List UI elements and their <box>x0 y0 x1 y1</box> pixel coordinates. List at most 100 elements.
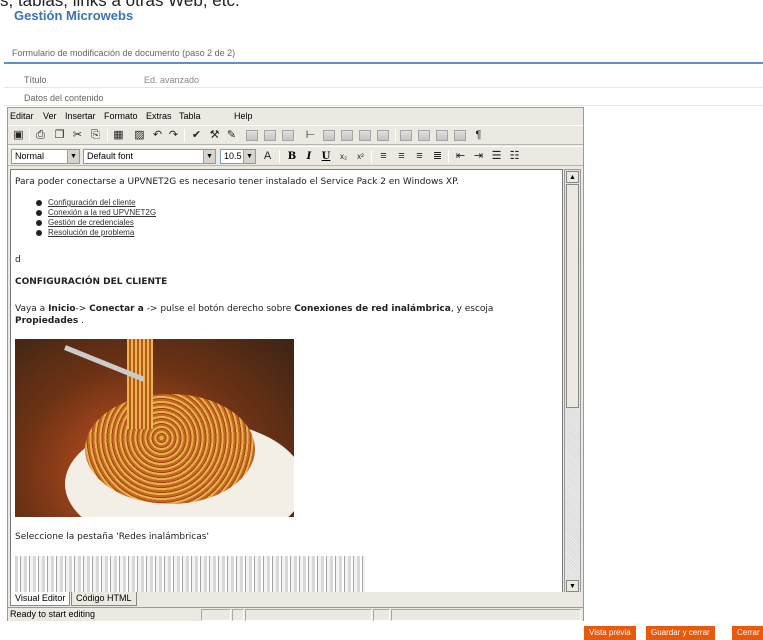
font-size-select[interactable]: 10.5 ▼ <box>220 149 256 164</box>
justify-icon[interactable]: ≣ <box>430 149 445 164</box>
single-char-line: d <box>15 255 21 265</box>
clean-icon[interactable]: ✎ <box>224 128 239 143</box>
status-text: Ready to start editing <box>10 609 96 619</box>
copy-icon[interactable]: ❐ <box>52 128 67 143</box>
subscript-icon[interactable]: x₂ <box>336 149 351 164</box>
save-icon[interactable]: ▣ <box>11 128 26 143</box>
table-grid-icon[interactable] <box>418 130 430 141</box>
list-item: Conexión a la red UPVNET2G <box>36 208 156 218</box>
pasta-shape <box>85 394 255 504</box>
menu-path-conectar: Conectar a <box>89 304 144 314</box>
toolbar-separator <box>448 150 449 163</box>
instruction-text: -> pulse el botón derecho sobre <box>143 304 295 314</box>
cut-icon[interactable]: ✂ <box>70 128 85 143</box>
font-family-select[interactable]: Default font ▼ <box>83 149 216 164</box>
menu-path-propiedades: Propiedades <box>15 316 79 326</box>
paste-icon[interactable]: ⎘ <box>88 128 103 143</box>
bullet-list-icon[interactable]: ☷ <box>507 149 522 164</box>
field-label-title: Título <box>24 75 47 85</box>
editor-content-area[interactable]: Para poder conectarse a UPVNET2G es nece… <box>10 169 563 594</box>
font-family-value: Default font <box>87 151 134 161</box>
menu-formato[interactable]: Formato <box>104 111 138 121</box>
chevron-down-icon: ▼ <box>67 150 79 163</box>
chevron-down-icon: ▼ <box>243 150 255 163</box>
underline-button[interactable]: U <box>319 149 333 164</box>
align-left-icon[interactable]: ≡ <box>376 149 391 164</box>
menu-insertar[interactable]: Insertar <box>65 111 96 121</box>
font-grow-icon[interactable]: A <box>260 149 275 164</box>
rich-text-editor: Editar Ver Insertar Formato Extras Tabla… <box>7 107 584 621</box>
field-row-content: Datos del contenido <box>4 89 763 106</box>
align-right-icon[interactable]: ≡ <box>412 149 427 164</box>
table-grid-icon[interactable] <box>359 130 371 141</box>
menu-help[interactable]: Help <box>234 111 253 121</box>
redo-icon[interactable]: ↷ <box>166 128 181 143</box>
embedded-screenshot-image <box>15 556 365 593</box>
table-grid-icon[interactable] <box>454 130 466 141</box>
toolbar-separator <box>107 129 108 142</box>
numbered-list-icon[interactable]: ☰ <box>489 149 504 164</box>
instruction-text: . <box>78 316 85 326</box>
table-grid-icon[interactable] <box>246 130 258 141</box>
indent-icon[interactable]: ⇥ <box>471 149 486 164</box>
find-icon[interactable]: ⚒ <box>207 128 222 143</box>
scroll-up-icon[interactable]: ▲ <box>566 171 579 183</box>
menu-editar[interactable]: Editar <box>10 111 34 121</box>
status-cell <box>373 609 390 621</box>
link-gestion-credenciales[interactable]: Gestión de credenciales <box>48 218 134 227</box>
menu-extras[interactable]: Extras <box>146 111 172 121</box>
preview-button[interactable]: Vista previa <box>584 626 636 640</box>
form-divider <box>4 62 763 64</box>
menu-ver[interactable]: Ver <box>43 111 57 121</box>
table-icon[interactable]: ▦ <box>111 128 126 143</box>
field-label-content: Datos del contenido <box>24 93 104 103</box>
spellcheck-icon[interactable]: ✔ <box>189 128 204 143</box>
table-grid-icon[interactable] <box>436 130 448 141</box>
bold-button[interactable]: B <box>285 149 299 164</box>
section-heading: CONFIGURACIÓN DEL CLIENTE <box>15 277 168 287</box>
pilcrow-icon[interactable]: ¶ <box>471 128 486 143</box>
save-close-button[interactable]: Guardar y cerrar <box>646 626 715 640</box>
select-tab-paragraph: Seleccione la pestaña 'Redes inalámbrica… <box>15 532 209 542</box>
table-grid-icon[interactable] <box>282 130 294 141</box>
scroll-down-icon[interactable]: ▼ <box>566 580 579 592</box>
table-grid-icon[interactable] <box>400 130 412 141</box>
intro-paragraph: Para poder conectarse a UPVNET2G es nece… <box>15 177 459 187</box>
instruction-text: -> <box>75 304 90 314</box>
italic-button[interactable]: I <box>302 149 316 164</box>
undo-icon[interactable]: ↶ <box>150 128 165 143</box>
paragraph-style-select[interactable]: Normal ▼ <box>11 149 80 164</box>
link-conexion-red[interactable]: Conexión a la red UPVNET2G <box>48 208 156 217</box>
superscript-icon[interactable]: x² <box>353 149 368 164</box>
link-config-cliente[interactable]: Configuración del cliente <box>48 198 136 207</box>
table-grid-icon[interactable] <box>323 130 335 141</box>
app-title: Gestión Microwebs <box>14 8 134 23</box>
toolbar-separator <box>29 129 30 142</box>
chevron-down-icon: ▼ <box>203 150 215 163</box>
outdent-icon[interactable]: ⇤ <box>453 149 468 164</box>
editor-menubar: Editar Ver Insertar Formato Extras Tabla… <box>8 108 583 124</box>
title-field[interactable]: Ed. avanzado <box>144 75 199 85</box>
table-grid-icon[interactable] <box>377 130 389 141</box>
bullet-icon <box>36 219 42 226</box>
scroll-thumb[interactable] <box>566 184 579 408</box>
menu-path-inicio: Inicio <box>48 304 76 314</box>
tab-visual-editor[interactable]: Visual Editor <box>10 592 71 606</box>
toolbar-separator <box>371 150 372 163</box>
editor-scrollbar[interactable]: ▲ ▼ <box>564 169 581 594</box>
link-resolucion-problema[interactable]: Resolución de problema <box>48 228 134 237</box>
bullet-icon <box>36 199 42 206</box>
merge-icon[interactable]: ⊢ <box>303 128 318 143</box>
print-icon[interactable]: ⎙ <box>33 128 48 143</box>
image-icon[interactable]: ▨ <box>132 128 147 143</box>
instruction-text: Vaya a <box>15 304 49 314</box>
status-cell <box>245 609 372 621</box>
table-grid-icon[interactable] <box>264 130 276 141</box>
table-grid-icon[interactable] <box>341 130 353 141</box>
align-center-icon[interactable]: ≡ <box>394 149 409 164</box>
tab-codigo-html[interactable]: Código HTML <box>71 592 137 606</box>
field-row-title: Título Ed. avanzado <box>4 71 763 88</box>
menu-tabla[interactable]: Tabla <box>179 111 201 121</box>
close-button[interactable]: Cerrar <box>732 626 763 640</box>
editor-toolbar-2: Normal ▼ Default font ▼ 10.5 ▼ A B I U x… <box>8 146 583 166</box>
